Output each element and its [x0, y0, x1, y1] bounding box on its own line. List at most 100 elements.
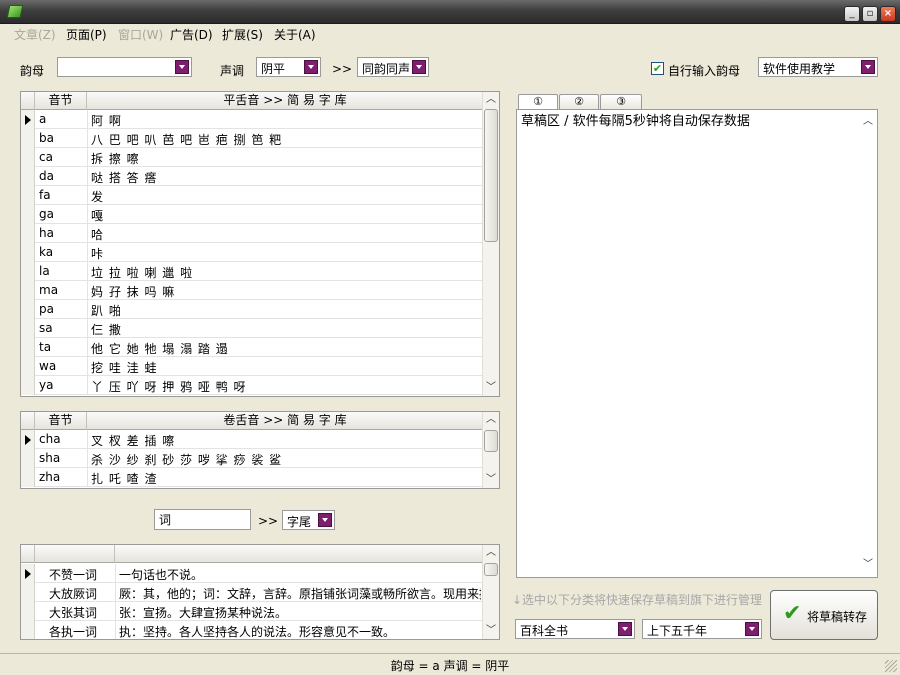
- menu-extensions[interactable]: 扩展(S): [222, 26, 263, 43]
- row-indicator: [21, 338, 35, 357]
- draft-tab-2[interactable]: ②: [559, 94, 599, 110]
- dropdown-arrow-icon[interactable]: [318, 513, 332, 527]
- row-indicator: [21, 449, 35, 468]
- current-row-arrow-icon: [21, 430, 35, 449]
- same-rhyme-select[interactable]: 同韵同声: [357, 57, 429, 77]
- table-row[interactable]: 大放厥词 厥：其，他的；词：文辞，言辞。原指铺张词藻或畅所欲言。现用来抨: [21, 583, 483, 602]
- table-row[interactable]: cha 叉 杈 差 插 嚓: [21, 430, 483, 449]
- cell-chars: 趴 啪: [91, 304, 122, 318]
- table-row[interactable]: sa 仨 撒: [21, 319, 483, 338]
- column-divider: [87, 167, 88, 186]
- table-row[interactable]: la 垃 拉 啦 喇 邋 啦: [21, 262, 483, 281]
- scroll-thumb[interactable]: [484, 430, 498, 452]
- flat-table-scrollbar[interactable]: ︿ ﹀: [482, 92, 499, 396]
- dropdown-arrow-icon[interactable]: [745, 622, 759, 636]
- category-select[interactable]: 百科全书: [515, 619, 635, 639]
- scroll-up-icon[interactable]: ︿: [483, 412, 499, 428]
- cell-chars: 八 巴 吧 叭 芭 吧 岜 疤 捌 笆 粑: [91, 133, 283, 147]
- row-indicator: [21, 167, 35, 186]
- scroll-up-icon[interactable]: ︿: [860, 114, 876, 130]
- table-row[interactable]: ga 嘎: [21, 205, 483, 224]
- scroll-down-icon[interactable]: ﹀: [483, 472, 499, 488]
- table-row[interactable]: 大张其词 张：宣扬。大肆宣扬某种说法。: [21, 602, 483, 621]
- dropdown-arrow-icon[interactable]: [304, 60, 318, 74]
- table-row[interactable]: ma 妈 孖 抹 吗 嘛: [21, 281, 483, 300]
- column-divider: [87, 300, 88, 319]
- table-row[interactable]: ha 哈: [21, 224, 483, 243]
- cell-meaning: 执：坚持。各人坚持各人的说法。形容意见不一致。: [119, 625, 396, 639]
- scroll-thumb[interactable]: [484, 109, 498, 242]
- menu-window[interactable]: 窗口(W): [118, 26, 163, 43]
- tone-select[interactable]: 阴平: [256, 57, 321, 77]
- row-indicator: [21, 357, 35, 376]
- curled-tongue-table: 音节 卷舌音 >> 简 易 字 库 cha 叉 杈 差 插 嚓 sha 杀 沙 纱 刹…: [20, 411, 500, 489]
- draft-scrollbar[interactable]: ︿ ﹀: [860, 110, 877, 577]
- table-row[interactable]: pa 趴 啪: [21, 300, 483, 319]
- menu-about[interactable]: 关于(A): [274, 26, 316, 43]
- dropdown-arrow-icon[interactable]: [175, 60, 189, 74]
- column-header-meaning[interactable]: [115, 545, 483, 563]
- column-header-title[interactable]: 平舌音 >> 简 易 字 库: [87, 92, 483, 110]
- scroll-down-icon[interactable]: ﹀: [483, 623, 499, 639]
- table-row[interactable]: wa 挖 哇 洼 蛙: [21, 357, 483, 376]
- auto-input-checkbox[interactable]: ✔: [651, 62, 664, 75]
- table-row[interactable]: ta 他 它 她 牠 塌 溻 踏 遢: [21, 338, 483, 357]
- tutorial-select[interactable]: 软件使用教学: [758, 57, 878, 77]
- column-header-syllable[interactable]: 音节: [35, 92, 87, 110]
- table-row[interactable]: 不赞一词 一句话也不说。: [21, 564, 483, 583]
- table-row[interactable]: ca 拆 擦 嚓: [21, 148, 483, 167]
- draft-textarea[interactable]: 草稿区 / 软件每隔5秒钟将自动保存数据: [521, 113, 857, 573]
- cell-syllable: sha: [39, 451, 61, 465]
- table-row[interactable]: ka 咔: [21, 243, 483, 262]
- table-row[interactable]: ya 丫 压 吖 呀 押 鸦 哑 鸭 呀: [21, 376, 483, 395]
- column-header-syllable[interactable]: 音节: [35, 412, 87, 430]
- scroll-up-icon[interactable]: ︿: [483, 545, 499, 561]
- column-header-word[interactable]: [35, 545, 115, 563]
- rhyme-select[interactable]: [57, 57, 192, 77]
- table-row[interactable]: 各执一词 执：坚持。各人坚持各人的说法。形容意见不一致。: [21, 621, 483, 639]
- cell-word: 各执一词: [49, 625, 98, 639]
- word-search-field[interactable]: [155, 510, 250, 529]
- menu-page[interactable]: 页面(P): [66, 26, 107, 43]
- column-divider: [87, 205, 88, 224]
- curled-table-scrollbar[interactable]: ︿ ﹀: [482, 412, 499, 488]
- save-draft-button[interactable]: ✔ 将草稿转存: [770, 590, 878, 640]
- minimize-button[interactable]: _: [844, 6, 860, 22]
- column-divider: [87, 338, 88, 357]
- cell-chars: 阿 啊: [91, 114, 122, 128]
- idiom-table: 不赞一词 一句话也不说。大放厥词 厥：其，他的；词：文辞，言辞。原指铺张词藻或畅所欲…: [20, 544, 500, 640]
- resize-grip-icon[interactable]: [885, 660, 897, 672]
- cell-word: 大放厥词: [49, 587, 98, 601]
- dropdown-arrow-icon[interactable]: [412, 60, 426, 74]
- table-row[interactable]: ba 八 巴 吧 叭 芭 吧 岜 疤 捌 笆 粑: [21, 129, 483, 148]
- scroll-down-icon[interactable]: ﹀: [860, 557, 876, 573]
- status-bar: 韵母 = a 声调 = 阴平: [0, 653, 900, 675]
- table-row[interactable]: da 哒 搭 答 瘩: [21, 167, 483, 186]
- scroll-down-icon[interactable]: ﹀: [483, 380, 499, 396]
- table-row[interactable]: a阿 啊: [21, 110, 483, 129]
- menu-article[interactable]: 文章(Z): [14, 26, 56, 43]
- cell-chars: 咔: [91, 247, 105, 261]
- subcategory-select[interactable]: 上下五千年: [642, 619, 762, 639]
- scroll-up-icon[interactable]: ︿: [483, 92, 499, 108]
- column-header-title[interactable]: 卷舌音 >> 简 易 字 库: [87, 412, 483, 430]
- cell-syllable: cha: [39, 432, 61, 446]
- save-draft-label: 将草稿转存: [807, 610, 868, 624]
- menu-ads[interactable]: 广告(D): [170, 26, 213, 43]
- close-button[interactable]: ×: [880, 6, 896, 22]
- table-row[interactable]: fa 发: [21, 186, 483, 205]
- cell-chars: 哒 搭 答 瘩: [91, 171, 158, 185]
- idiom-table-scrollbar[interactable]: ︿ ﹀: [482, 545, 499, 639]
- search-mode-select[interactable]: 字尾: [282, 510, 335, 530]
- cell-meaning: 厥：其，他的；词：文辞，言辞。原指铺张词藻或畅所欲言。现用来抨: [119, 587, 481, 601]
- draft-tab-3[interactable]: ③: [600, 94, 642, 110]
- word-search-input[interactable]: [154, 509, 251, 530]
- restore-button[interactable]: ▫: [862, 6, 878, 22]
- scroll-thumb[interactable]: [484, 563, 498, 576]
- column-divider: [87, 468, 88, 487]
- table-row[interactable]: zha 扎 吒 喳 渣: [21, 468, 483, 487]
- dropdown-arrow-icon[interactable]: [861, 60, 875, 74]
- dropdown-arrow-icon[interactable]: [618, 622, 632, 636]
- row-indicator: [21, 319, 35, 338]
- table-row[interactable]: sha 杀 沙 纱 刹 砂 莎 哕 挲 痧 裟 鲨: [21, 449, 483, 468]
